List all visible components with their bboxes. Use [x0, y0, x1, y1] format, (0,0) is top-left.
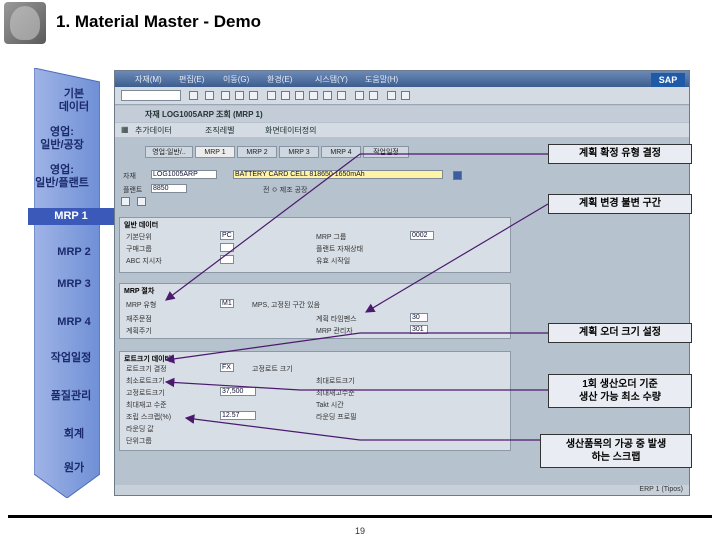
arrow-connector	[164, 332, 361, 364]
arrow-connector	[164, 377, 301, 391]
arrow-connector	[364, 203, 549, 313]
page-number: 19	[354, 526, 365, 536]
arrow-connector	[165, 153, 361, 301]
arrow-connector	[184, 414, 361, 441]
callout-arrows	[164, 153, 549, 441]
footer-divider	[8, 515, 712, 518]
